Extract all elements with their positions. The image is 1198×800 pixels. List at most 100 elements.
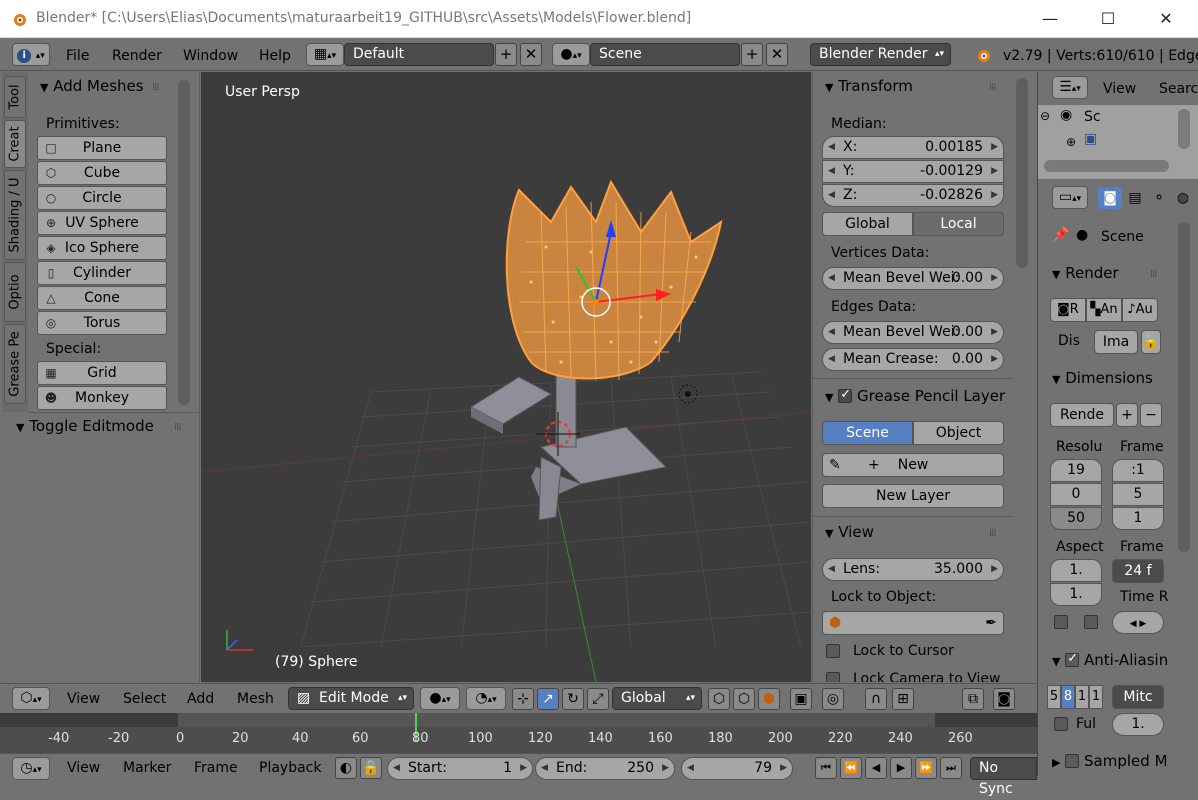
time-remap-field[interactable]: ◀ ▶ (1112, 611, 1164, 634)
grease-new-button[interactable]: ✎ + New (822, 453, 1004, 477)
vertex-select-mode[interactable]: ⬡ (708, 688, 730, 710)
grease-pencil-enable-checkbox[interactable] (838, 387, 853, 403)
drag-grip-icon[interactable]: ⁞⁞⁞ (989, 528, 996, 539)
start-frame-field[interactable]: ◀ Start: 1 ▶ (387, 757, 533, 780)
motion-blur-checkbox[interactable] (1065, 754, 1080, 768)
tab-tools[interactable]: Tool (4, 76, 26, 118)
snap-element-button[interactable]: ⊞ (892, 688, 914, 710)
delete-scene-button[interactable]: ✕ (766, 43, 788, 66)
drag-grip-icon[interactable]: ⁞⁞⁞ (152, 82, 159, 93)
scale-manipulator[interactable]: ⤢ (587, 688, 609, 710)
auto-keying-button[interactable]: ◐ (335, 757, 357, 779)
global-toggle[interactable]: Global (822, 212, 913, 236)
aa-filter-dropdown[interactable]: Mitc (1112, 685, 1164, 709)
lock-to-cursor-checkbox[interactable] (826, 644, 840, 658)
aa-samples-5[interactable]: 5 (1047, 685, 1061, 709)
tab-create[interactable]: Creat (4, 120, 26, 168)
display-dropdown[interactable]: Ima (1094, 330, 1138, 354)
3d-view-editor-type-button[interactable]: ⬡▴▾ (12, 687, 50, 710)
aa-samples-11[interactable]: 1 (1075, 685, 1089, 709)
outliner-vscrollbar[interactable] (1178, 109, 1190, 149)
sampled-motion-blur-panel-header[interactable]: ▶ Sampled M (1052, 752, 1168, 770)
scene-field[interactable]: Scene (590, 43, 740, 66)
timeline-area[interactable]: -40 -20 0 20 40 60 80 100 120 140 160 180 200 220 240 2… (0, 713, 1037, 753)
add-monkey-button[interactable]: ☻ Monkey (37, 386, 167, 410)
lens-field[interactable]: ◀ Lens: 35.000 ▶ (822, 558, 1004, 581)
drag-grip-icon[interactable]: ⁞⁞⁞ (174, 422, 181, 433)
current-frame-field[interactable]: ◀ 79 ▶ (681, 757, 793, 780)
screen-layout-icon-button[interactable]: ▦▴▾ (306, 43, 344, 66)
manipulator-toggle[interactable]: ⊹ (512, 688, 534, 710)
aspect-x-field[interactable]: 1. (1050, 559, 1102, 582)
editor-type-info-button[interactable]: i ▴▾ (12, 43, 50, 66)
aa-samples-8[interactable]: 8 (1061, 685, 1075, 709)
jump-keyframe-back-button[interactable]: ⏪ (840, 757, 862, 779)
tab-options[interactable]: Optio (4, 262, 26, 322)
tab-grease-pencil[interactable]: Grease Pe (4, 324, 26, 404)
add-cube-button[interactable]: ⬡ Cube (37, 161, 167, 185)
grease-pencil-panel-header[interactable]: ▼ Grease Pencil Layer (825, 387, 1005, 405)
frame-menu[interactable]: Frame (194, 760, 238, 776)
outliner-hscrollbar[interactable] (1044, 160, 1169, 172)
outliner-editor-type-button[interactable]: ☰▴▾ (1052, 76, 1088, 99)
grease-scene-toggle[interactable]: Scene (822, 421, 913, 445)
scene-icon-button[interactable]: ●▴▾ (552, 43, 590, 66)
grease-object-toggle[interactable]: Object (913, 421, 1004, 445)
screen-layout-field[interactable]: Default (344, 43, 494, 66)
interaction-mode-dropdown[interactable]: ▨ Edit Mode ▴▾ (288, 687, 414, 710)
median-x-field[interactable]: ◀ X: 0.00185 ▶ (822, 136, 1004, 159)
add-cylinder-button[interactable]: ▯ Cylinder (37, 261, 167, 285)
aa-samples-16[interactable]: 1 (1089, 685, 1103, 709)
dimensions-panel-header[interactable]: ▼ Dimensions (1052, 369, 1153, 387)
add-cone-button[interactable]: △ Cone (37, 286, 167, 310)
menu-file[interactable]: File (66, 48, 89, 64)
keying-lock-button[interactable]: 🔒 (360, 757, 382, 779)
render-image-button[interactable]: ◙R (1050, 298, 1086, 322)
play-button[interactable]: ▶ (890, 757, 912, 779)
mesh-menu[interactable]: Mesh (237, 691, 274, 707)
add-menu[interactable]: Add (187, 691, 214, 707)
viewport-shading-button[interactable]: ●▴▾ (420, 687, 460, 710)
tool-shelf-scrollbar[interactable] (178, 80, 190, 405)
add-plane-button[interactable]: □ Plane (37, 136, 167, 160)
rotate-manipulator[interactable]: ↻ (562, 688, 584, 710)
timeline-editor-type-button[interactable]: ◷▴▾ (12, 757, 50, 780)
mean-bevel-weight-edge-field[interactable]: ◀ Mean Bevel Wei: 0.00 ▶ (822, 321, 1004, 344)
properties-editor-type-button[interactable]: ▭▴▾ (1052, 186, 1088, 209)
outliner-view-menu[interactable]: View (1103, 81, 1136, 97)
render-opengl-button[interactable]: ◙ (993, 688, 1015, 710)
resolution-x-field[interactable]: 19 (1050, 459, 1102, 482)
collapse-icon[interactable]: ⊖ (1040, 109, 1050, 123)
scene-context-tab[interactable]: ⚬ (1148, 187, 1170, 209)
lock-object-field[interactable]: ⬢ ✒ (822, 611, 1004, 635)
proportional-editing-button[interactable]: ◎ (822, 688, 844, 710)
median-z-field[interactable]: ◀ Z: -0.02826 ▶ (822, 184, 1004, 207)
transform-orientation-dropdown[interactable]: Global ▴▾ (612, 687, 702, 710)
face-select-mode[interactable]: ⬢ (758, 688, 780, 710)
crop-checkbox[interactable] (1054, 615, 1068, 629)
properties-scrollbar[interactable] (1178, 222, 1190, 552)
remove-preset-button[interactable]: − (1140, 403, 1162, 427)
add-layout-button[interactable]: + (495, 43, 517, 66)
copy-layer-button[interactable]: ⧉ (962, 688, 984, 710)
edge-select-mode[interactable]: ⬡ (733, 688, 755, 710)
jump-end-button[interactable]: ⏭ (940, 757, 962, 779)
render-panel-header[interactable]: ▼ Render (1052, 264, 1119, 282)
3d-viewport[interactable]: User Persp (79) Sphere (201, 72, 811, 682)
frame-start-field[interactable]: :1 (1112, 459, 1164, 482)
properties-region-scrollbar[interactable] (1016, 78, 1028, 268)
expand-icon[interactable]: ⊕ (1066, 135, 1076, 149)
median-y-field[interactable]: ◀ Y: -0.00129 ▶ (822, 160, 1004, 183)
view-panel-header[interactable]: ▼ View (825, 523, 874, 541)
tab-shading-uv[interactable]: Shading / U (4, 170, 26, 260)
render-preset-dropdown[interactable]: Rende (1050, 403, 1114, 427)
add-grid-button[interactable]: ▦ Grid (37, 361, 167, 385)
add-uv-sphere-button[interactable]: ⊕ UV Sphere (37, 211, 167, 235)
render-context-tab[interactable]: ◙ (1098, 187, 1122, 209)
drag-grip-icon[interactable]: ⁞⁞⁞ (1150, 269, 1157, 280)
anti-aliasing-panel-header[interactable]: ▼ Anti-Aliasin (1052, 651, 1168, 669)
translate-manipulator[interactable]: ↗ (537, 688, 559, 710)
resolution-y-field[interactable]: 0 (1050, 483, 1102, 506)
aspect-y-field[interactable]: 1. (1050, 583, 1102, 606)
limit-selection-toggle[interactable]: ▣ (790, 688, 812, 710)
